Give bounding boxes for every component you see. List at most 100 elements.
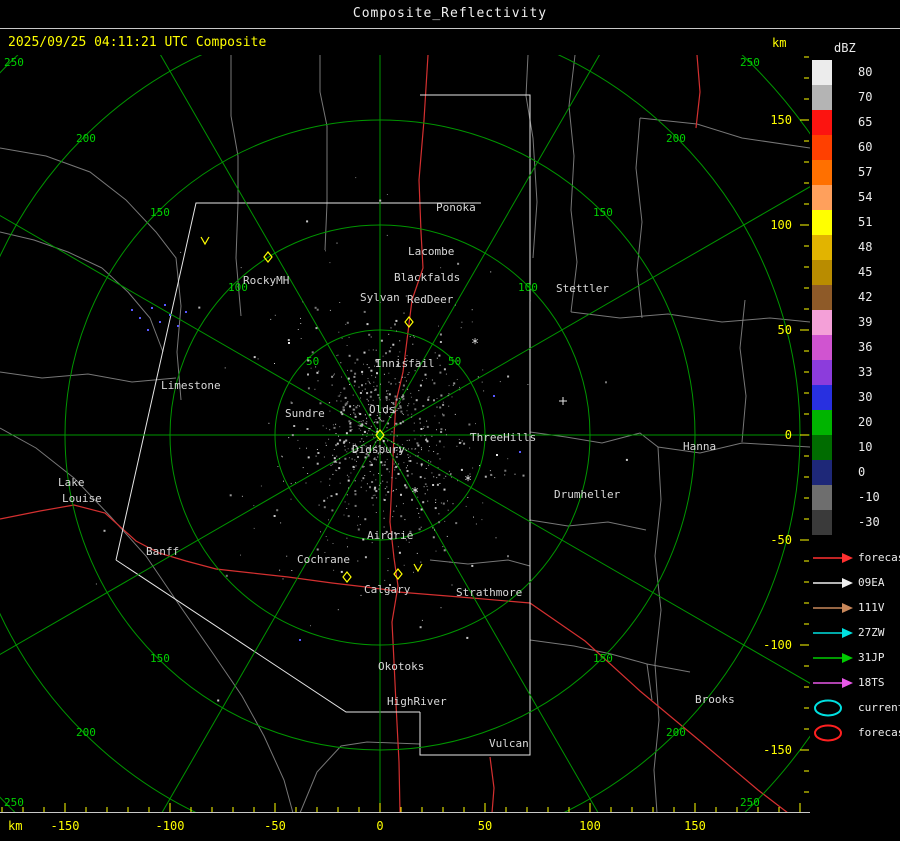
- radar-echo-speckle: [307, 456, 310, 459]
- radar-echo-speckle: [427, 398, 430, 401]
- radar-echo-speckle: [405, 486, 408, 489]
- radar-echo-speckle: [348, 487, 349, 489]
- radar-echo-speckle: [406, 470, 409, 472]
- radar-echo-speckle: [378, 397, 380, 399]
- radar-echo-speckle: [400, 410, 403, 413]
- city-label: Lake: [58, 476, 85, 489]
- radar-echo-speckle: [469, 447, 471, 449]
- radar-echo-speckle: [344, 449, 346, 451]
- radar-echo-speckle: [431, 472, 433, 474]
- radar-echo-speckle: [388, 372, 390, 374]
- radar-echo-speckle: [300, 323, 302, 324]
- radar-echo-speckle: [434, 352, 436, 354]
- city-label: Innisfail: [375, 357, 435, 370]
- radar-echo-speckle: [347, 546, 348, 548]
- range-ring-label: 250: [4, 796, 24, 809]
- radar-echo-speckle: [276, 509, 279, 512]
- radar-echo-speckle: [475, 523, 477, 525]
- radar-echo-speckle: [432, 527, 434, 529]
- radar-echo-speckle: [406, 410, 408, 412]
- radar-echo-speckle: [346, 321, 349, 324]
- radar-echo-speckle: [359, 424, 362, 427]
- radar-echo-speckle: [339, 302, 341, 303]
- radar-echo-speckle: [625, 458, 628, 461]
- radar-echo-speckle: [461, 321, 463, 323]
- radar-echo-speckle: [375, 459, 377, 461]
- asterisk-marker: *: [471, 337, 479, 352]
- radar-echo-speckle: [368, 430, 370, 432]
- radar-echo-speckle: [443, 446, 445, 448]
- range-ring-label: 250: [740, 56, 760, 69]
- radar-echo-speckle: [399, 351, 401, 353]
- radar-echo-speckle: [442, 414, 445, 417]
- radar-echo-speckle: [437, 453, 439, 455]
- radar-echo-speckle: [386, 427, 388, 429]
- radar-echo-speckle: [412, 343, 414, 345]
- radar-echo-speckle: [458, 438, 460, 440]
- radar-echo-speckle: [338, 435, 339, 437]
- weak-echo-dot: [151, 307, 153, 309]
- radar-echo-speckle: [514, 473, 516, 475]
- radar-echo-speckle: [471, 309, 473, 311]
- city-label: Strathmore: [456, 586, 522, 599]
- radar-echo-speckle: [463, 442, 466, 445]
- radar-echo-speckle: [472, 467, 474, 469]
- radar-echo-speckle: [400, 515, 403, 518]
- radar-echo-speckle: [331, 375, 334, 378]
- radar-echo-speckle: [371, 375, 373, 377]
- radar-echo-speckle: [358, 516, 359, 518]
- radar-echo-speckle: [371, 481, 374, 483]
- radar-echo-speckle: [402, 389, 404, 391]
- radar-echo-speckle: [430, 461, 432, 463]
- radar-echo-speckle: [407, 388, 409, 390]
- radar-echo-speckle: [353, 375, 356, 378]
- radar-echo-speckle: [328, 438, 330, 440]
- radar-map[interactable]: 50 100 150 200 250 50 100 150 200 250 150 200 250 150…: [0, 0, 900, 841]
- radar-echo-speckle: [384, 488, 386, 490]
- city-label: Banff: [146, 545, 179, 558]
- radar-echo-speckle: [376, 421, 379, 424]
- radar-echo-speckle: [325, 427, 327, 429]
- radar-echo-speckle: [381, 474, 383, 476]
- radar-echo-speckle: [328, 402, 330, 404]
- radar-echo-speckle: [440, 394, 443, 397]
- radar-echo-speckle: [394, 469, 396, 471]
- radar-echo-speckle: [374, 421, 376, 423]
- storm-legend: forecast 09EA 111V 27ZW 31JP 18TS current forec…: [810, 29, 900, 841]
- radar-echo-speckle: [323, 456, 325, 458]
- y-axis-tick-label: 100: [770, 218, 792, 232]
- storm-motion-arrow-icon: [813, 628, 853, 638]
- radar-echo-speckle: [339, 426, 341, 428]
- radar-echo-speckle: [388, 393, 391, 396]
- radar-echo-speckle: [421, 449, 422, 451]
- radar-echo-speckle: [471, 321, 473, 323]
- radar-map-area[interactable]: 50 100 150 200 250 50 100 150 200 250 150 200 250 150…: [0, 0, 900, 841]
- radar-echo-speckle: [290, 402, 293, 404]
- radar-echo-speckle: [371, 433, 373, 435]
- radar-echo-speckle: [382, 440, 385, 442]
- radar-echo-speckle: [347, 515, 350, 518]
- radar-echo-speckle: [325, 250, 326, 252]
- radar-echo-speckle: [341, 337, 343, 339]
- radar-echo-speckle: [471, 564, 474, 567]
- radar-echo-speckle: [378, 417, 381, 419]
- radar-echo-speckle: [268, 422, 270, 424]
- radar-echo-speckle: [423, 486, 425, 488]
- radar-echo-speckle: [253, 356, 256, 359]
- radar-echo-speckle: [409, 455, 411, 457]
- radar-echo-speckle: [402, 420, 405, 423]
- radar-echo-speckle: [375, 512, 377, 513]
- radar-echo-speckle: [379, 399, 381, 401]
- radar-echo-speckle: [343, 514, 345, 516]
- radar-echo-speckle: [443, 368, 446, 371]
- radar-echo-speckle: [408, 403, 410, 405]
- radar-echo-speckle: [351, 429, 353, 431]
- radar-echo-speckle: [440, 267, 442, 269]
- radar-echo-speckle: [287, 339, 290, 341]
- radar-echo-speckle: [529, 300, 531, 302]
- radar-echo-speckle: [375, 490, 378, 493]
- radar-echo-speckle: [447, 395, 449, 397]
- radar-echo-speckle: [396, 330, 397, 332]
- radar-echo-speckle: [346, 451, 348, 453]
- radar-echo-speckle: [399, 340, 401, 342]
